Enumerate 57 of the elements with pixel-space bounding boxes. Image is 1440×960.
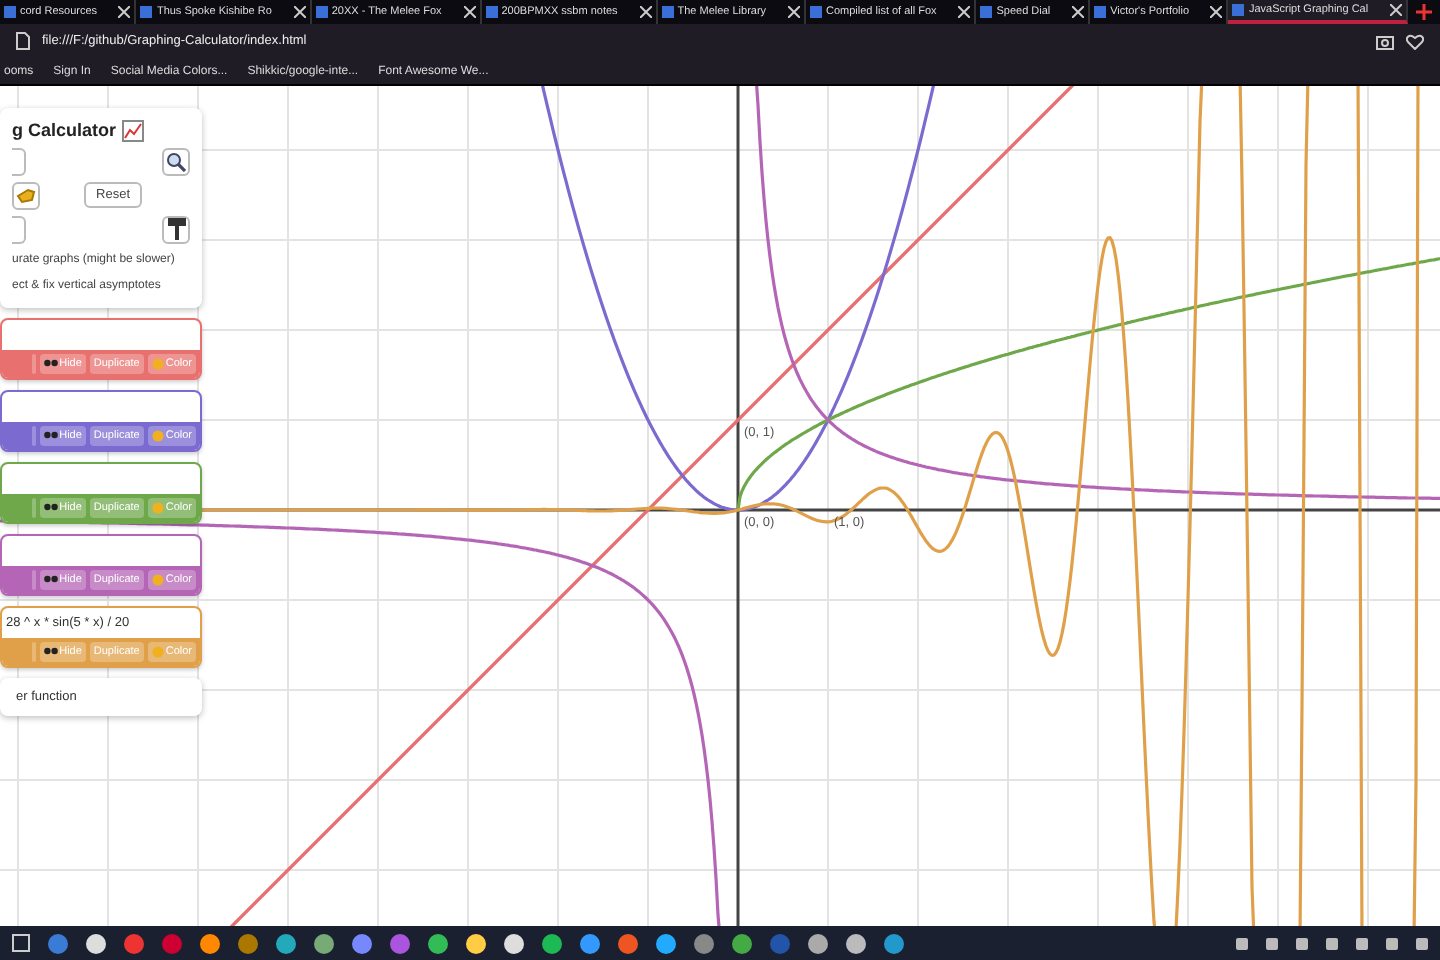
chart-icon <box>122 119 145 142</box>
page-icon <box>661 5 674 18</box>
tray-icon[interactable] <box>1326 937 1338 950</box>
page-icon <box>1232 3 1245 16</box>
pan-button[interactable] <box>12 181 40 210</box>
close-icon[interactable] <box>1390 3 1403 16</box>
page-icon <box>485 5 498 18</box>
tray-icon[interactable] <box>1236 937 1248 950</box>
zoom-button[interactable] <box>162 147 190 176</box>
app-title: g Calculator <box>12 120 117 141</box>
app-icon[interactable] <box>428 933 448 954</box>
tray-icon[interactable] <box>1386 937 1398 950</box>
app-icon[interactable] <box>542 933 562 954</box>
close-icon[interactable] <box>118 5 131 18</box>
close-icon[interactable] <box>463 5 476 18</box>
app-icon[interactable] <box>656 933 676 954</box>
close-icon[interactable] <box>1072 5 1085 18</box>
app-icon[interactable] <box>732 933 752 954</box>
close-icon[interactable] <box>293 5 306 18</box>
app-icon[interactable] <box>808 933 828 954</box>
tray-icon[interactable] <box>1296 937 1308 950</box>
page-icon <box>140 5 153 18</box>
heart-icon[interactable] <box>1406 33 1424 50</box>
page-icon <box>4 5 16 18</box>
tray-icon[interactable] <box>1416 937 1428 950</box>
close-icon[interactable] <box>1210 5 1223 18</box>
camera-icon[interactable] <box>1376 33 1394 50</box>
palette-icon <box>151 573 164 586</box>
palette-icon <box>151 501 164 514</box>
palette-icon <box>151 429 164 442</box>
app-icon[interactable] <box>86 933 106 954</box>
close-icon[interactable] <box>639 5 652 18</box>
task-view-icon[interactable] <box>12 934 30 953</box>
eyes-icon <box>43 430 58 441</box>
app-icon[interactable] <box>466 933 486 954</box>
eyes-icon <box>43 646 58 657</box>
app-icon[interactable] <box>200 933 220 954</box>
app-icon[interactable] <box>314 933 334 954</box>
app-icon[interactable] <box>846 933 866 954</box>
close-icon[interactable] <box>787 5 800 18</box>
app-icon[interactable] <box>504 933 524 954</box>
eyes-icon <box>43 358 58 369</box>
page-icon <box>980 5 993 18</box>
page-icon <box>809 5 822 18</box>
eyes-icon <box>43 574 58 585</box>
tray-icon[interactable] <box>1356 937 1368 950</box>
close-icon[interactable] <box>958 5 971 18</box>
eyes-icon <box>43 502 58 513</box>
page-icon <box>1094 5 1107 18</box>
palette-icon <box>151 357 164 370</box>
palette-icon <box>151 645 164 658</box>
app-icon[interactable] <box>352 933 372 954</box>
page-icon <box>315 5 328 18</box>
app-icon[interactable] <box>580 933 600 954</box>
app-icon[interactable] <box>276 933 296 954</box>
app-icon[interactable] <box>884 933 904 954</box>
tray-icon[interactable] <box>1266 937 1278 950</box>
